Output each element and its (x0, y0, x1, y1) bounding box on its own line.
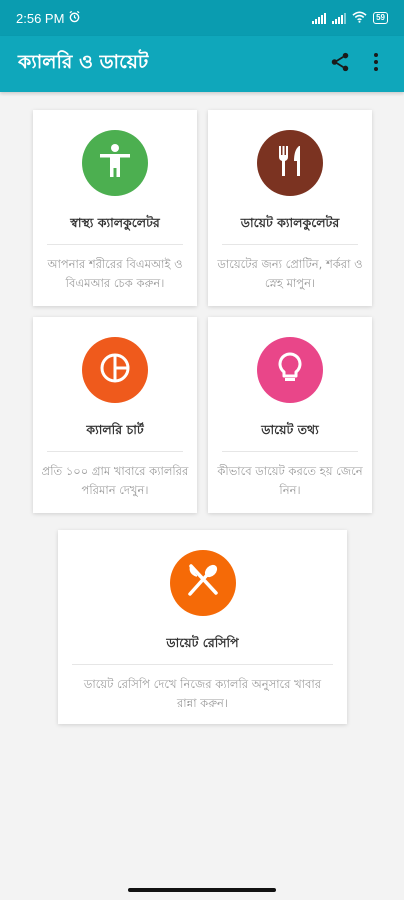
card-description: ডায়েটের জন্য প্রোটিন, শর্করা ও স্নেহ মা… (217, 257, 363, 290)
wifi-icon (352, 11, 367, 26)
signal-icon-2 (332, 12, 347, 24)
spoon-knife-icon (181, 559, 225, 607)
signal-icon (312, 12, 327, 24)
card-title: স্বাস্থ্য ক্যালকুলেটর (70, 215, 160, 230)
card-title: ক্যালরি চার্ট (86, 422, 144, 437)
card-health-calculator[interactable]: স্বাস্থ্য ক্যালকুলেটর আপনার শরীরের বিএমআ… (33, 110, 197, 306)
card-description: কীভাবে ডায়েট করতে হয় জেনে নিন। (217, 464, 363, 497)
card-icon-circle (169, 550, 236, 616)
home-indicator[interactable] (128, 888, 276, 892)
app-title: ক্যালরি ও ডায়েট (18, 51, 149, 73)
card-description: প্রতি ১০০ গ্রাম খাবারে ক্যালরির পরিমান দ… (41, 464, 189, 497)
card-description: আপনার শরীরের বিএমআই ও বিএমআর চেক করুন। (47, 257, 183, 290)
more-vert-icon (373, 52, 379, 76)
alarm-icon (68, 10, 81, 26)
card-divider (222, 451, 358, 452)
card-description: ডায়েট রেসিপি দেখে নিজের ক্যালরি অনুসারে… (83, 677, 322, 710)
status-time: 2:56 PM (16, 10, 65, 26)
pie-chart-icon (95, 348, 135, 392)
card-title: ডায়েট ক্যালকুলেটর (240, 215, 340, 230)
card-title: ডায়েট রেসিপি (166, 635, 239, 650)
card-icon-circle (257, 130, 323, 196)
card-icon-circle (82, 130, 148, 196)
lightbulb-icon (270, 348, 310, 392)
card-icon-circle (257, 337, 323, 403)
battery-icon: 59 (373, 12, 388, 24)
card-divider (47, 451, 183, 452)
card-divider (222, 244, 358, 245)
card-diet-calculator[interactable]: ডায়েট ক্যালকুলেটর ডায়েটের জন্য প্রোটিন… (208, 110, 372, 306)
card-icon-circle (82, 337, 148, 403)
fork-knife-icon (270, 141, 310, 185)
share-icon (329, 51, 351, 77)
card-diet-info[interactable]: ডায়েট তথ্য কীভাবে ডায়েট করতে হয় জেনে … (208, 317, 372, 513)
more-options-button[interactable] (358, 46, 394, 82)
card-divider (47, 244, 183, 245)
card-calorie-chart[interactable]: ক্যালরি চার্ট প্রতি ১০০ গ্রাম খাবারে ক্য… (33, 317, 197, 513)
app-bar: ক্যালরি ও ডায়েট (0, 36, 404, 92)
card-title: ডায়েট তথ্য (261, 422, 319, 437)
person-icon (95, 141, 135, 185)
share-button[interactable] (322, 46, 358, 82)
card-divider (72, 664, 333, 665)
status-bar: 2:56 PM 59 (0, 0, 404, 36)
card-diet-recipe[interactable]: ডায়েট রেসিপি ডায়েট রেসিপি দেখে নিজের ক… (58, 530, 347, 724)
